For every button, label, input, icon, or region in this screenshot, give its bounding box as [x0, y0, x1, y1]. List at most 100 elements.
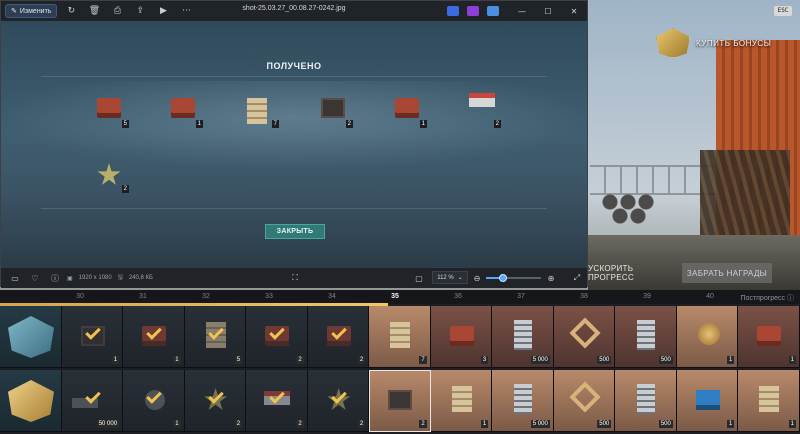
premium-reward-cell[interactable]: 1: [738, 370, 800, 432]
truck-icon: [171, 98, 195, 118]
reward-count: 2: [234, 420, 243, 428]
premium-reward-cell[interactable]: 2: [246, 370, 308, 432]
tower-icon: [514, 320, 533, 350]
reward-count: 500: [658, 420, 673, 428]
premium-reward-cell[interactable]: 50 000: [61, 370, 124, 432]
esc-badge[interactable]: ESC: [774, 6, 792, 16]
box-icon: [388, 390, 413, 410]
checkmark-icon: [207, 388, 224, 404]
app-icon-blue[interactable]: [447, 6, 459, 16]
zoom-slider[interactable]: [486, 274, 541, 282]
reward-count: 2: [493, 120, 501, 128]
reward-count: 1: [727, 356, 735, 364]
window-controls: — ☐ ✕: [439, 1, 587, 21]
level-40-label: 40: [706, 293, 714, 300]
level-35-label: 35: [391, 293, 399, 300]
reward-count: 2: [296, 420, 304, 428]
premium-reward-cell[interactable]: 1: [430, 370, 493, 432]
crate-icon: [395, 98, 419, 118]
reward-count: 1: [111, 356, 120, 364]
reward-count: 1: [788, 420, 796, 428]
free-reward-cell[interactable]: 3: [430, 306, 493, 368]
level-bar: 30 31 32 33 34 35 36 37 38 39 40 Постпрогресс ⓘ: [0, 290, 800, 306]
free-reward-cell[interactable]: 1: [61, 306, 124, 368]
crop-icon[interactable]: ⛶: [289, 272, 301, 284]
premium-reward-cell[interactable]: 5 000: [492, 370, 554, 432]
level-34-label: 34: [328, 293, 336, 300]
reward-count: 5 000: [530, 420, 550, 428]
divider-top: [41, 76, 547, 77]
building-icon: [759, 386, 780, 412]
zoom-in-icon[interactable]: ⊕: [545, 272, 557, 284]
slideshow-icon[interactable]: ▶: [154, 2, 172, 20]
free-reward-cell[interactable]: 2: [307, 306, 370, 368]
buy-bonus-button[interactable]: КУПИТЬ БОНУСЫ: [656, 28, 771, 58]
edit-label: Изменить: [19, 7, 52, 15]
fit-icon[interactable]: ▢: [413, 272, 425, 284]
premium-emblem-icon: [8, 380, 54, 422]
fullscreen-icon[interactable]: ⤢: [571, 272, 583, 284]
print-icon[interactable]: ⎙: [108, 2, 126, 20]
reward-count: 1: [480, 420, 489, 428]
post-progress-label[interactable]: Постпрогресс ⓘ: [741, 293, 795, 303]
share-icon[interactable]: ⇪: [131, 2, 149, 20]
minimize-button[interactable]: —: [509, 1, 535, 21]
app-icon-cloud[interactable]: [487, 6, 499, 16]
more-icon[interactable]: ···: [177, 2, 195, 20]
received-reward: 2: [93, 161, 129, 193]
wood-planks: [700, 150, 790, 240]
reward-count: 2: [357, 420, 366, 428]
free-reward-cell[interactable]: 500: [615, 306, 677, 368]
reward-count: 1: [173, 356, 181, 364]
rotate-icon[interactable]: ↻: [62, 2, 80, 20]
premium-reward-cell: [0, 370, 62, 432]
close-window-button[interactable]: ✕: [561, 1, 587, 21]
premium-reward-cell[interactable]: 1: [123, 370, 185, 432]
title-bar: ✎ Изменить ↻ 🗑 ⎙ ⇪ ▶ ··· shot-25.03.27_0…: [1, 1, 587, 21]
free-reward-cell[interactable]: 1: [123, 306, 185, 368]
premium-reward-cell[interactable]: 2: [369, 370, 431, 432]
zoom-select[interactable]: 112 % ⌄: [432, 271, 468, 284]
premium-reward-cell[interactable]: 2: [307, 370, 370, 432]
close-dialog-button[interactable]: ЗАКРЫТЬ: [265, 224, 325, 239]
free-reward-cell[interactable]: 5: [184, 306, 247, 368]
filmstrip-icon[interactable]: ▭: [9, 272, 21, 284]
info-icon[interactable]: ⓘ: [49, 272, 61, 284]
level-33-label: 33: [265, 293, 273, 300]
level-31-label: 31: [139, 293, 147, 300]
free-reward-cell[interactable]: 500: [553, 306, 616, 368]
premium-reward-cell[interactable]: 500: [553, 370, 616, 432]
premium-reward-cell[interactable]: 500: [615, 370, 677, 432]
received-reward: 1: [391, 96, 427, 128]
received-reward: 5: [93, 96, 129, 128]
frame-icon: [569, 381, 601, 413]
claim-rewards-button[interactable]: ЗАБРАТЬ НАГРАДЫ: [682, 263, 772, 283]
level-32-label: 32: [202, 293, 210, 300]
favorite-icon[interactable]: ♡: [29, 272, 41, 284]
free-reward-cell[interactable]: 1: [676, 306, 739, 368]
zoom-out-icon[interactable]: ⊖: [471, 272, 483, 284]
edit-button[interactable]: ✎ Изменить: [5, 4, 58, 18]
file-size: 240,8 КБ: [128, 275, 153, 281]
building-icon: [390, 322, 411, 348]
free-reward-cell[interactable]: 1: [738, 306, 800, 368]
free-emblem-icon: [8, 316, 54, 358]
maximize-button[interactable]: ☐: [535, 1, 561, 21]
free-reward-cell[interactable]: 7: [369, 306, 431, 368]
received-reward: 2: [465, 96, 501, 128]
speed-up-progress-button[interactable]: УСКОРИТЬ ПРОГРЕСС: [588, 263, 660, 283]
zoom-slider-knob[interactable]: [498, 274, 507, 282]
frame-icon: [569, 317, 601, 349]
reward-count: 5: [234, 356, 243, 364]
app-icon-purple[interactable]: [467, 6, 479, 16]
premium-reward-cell[interactable]: 2: [184, 370, 247, 432]
delete-icon[interactable]: 🗑: [85, 2, 103, 20]
free-reward-cell[interactable]: 2: [246, 306, 308, 368]
building-icon: [451, 386, 472, 412]
free-reward-cell[interactable]: 5 000: [492, 306, 554, 368]
flag-star-icon: [469, 98, 495, 107]
reward-row-premium: 50 000 1 2 2 2 2 1 5 000 500 500 1 1: [0, 370, 800, 432]
reward-row-free: 1 1 5 2 2 7 3 5 000 500 500 1 1: [0, 306, 800, 368]
resolution-icon: ▣: [67, 275, 73, 282]
premium-reward-cell[interactable]: 1: [676, 370, 739, 432]
